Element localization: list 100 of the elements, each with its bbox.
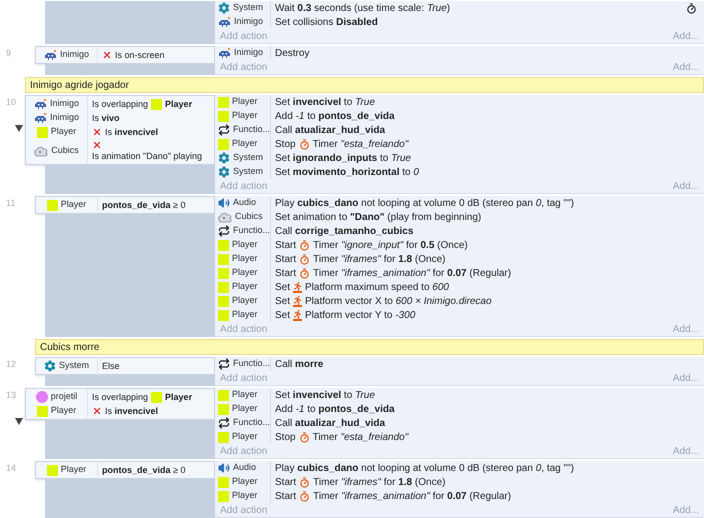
invader-icon [44, 50, 57, 60]
stopwatch-icon [298, 432, 310, 442]
action-text: Timer "iframes" for 1.8 (Once) [313, 476, 446, 490]
comment[interactable]: Inimigo agride jogador [25, 77, 704, 93]
object-name: Player [232, 95, 258, 108]
action-text: Wait 0.3 seconds (use time scale: True) [275, 2, 450, 16]
event-number: 14 [6, 462, 16, 475]
action-text: Set invencivel to True [275, 388, 375, 402]
action-text: Call morre [275, 358, 324, 372]
add-link[interactable]: Add... [672, 28, 699, 44]
invader-icon [34, 112, 47, 124]
action-text: Timer "iframes_animation" for 0.07 (Regular) [313, 266, 512, 280]
action-verb: Start [275, 238, 296, 252]
add-link[interactable]: Add... [672, 444, 699, 458]
action-text: Destroy [275, 46, 310, 60]
sprite-icon [36, 406, 48, 416]
object-name: Player [232, 388, 258, 402]
add-action-link[interactable]: Add action [220, 444, 268, 458]
event-number: 10 [6, 96, 16, 109]
object-name: Player [232, 402, 258, 416]
sprite-icon [218, 390, 229, 400]
sprite-icon [151, 392, 162, 402]
event-number: 13 [6, 389, 16, 402]
object-name: projetil [50, 390, 78, 404]
object-name: System [58, 359, 89, 372]
object-name: Functio... [233, 123, 270, 136]
action-text: Set collisions Disabled [275, 16, 378, 30]
loop-arrows-icon [218, 225, 230, 237]
object-name: Player [50, 404, 76, 418]
object-name: Player [232, 238, 258, 252]
object-name: Inimigo [50, 111, 79, 124]
add-link[interactable]: Add... [672, 322, 699, 336]
action-verb: Stop [275, 430, 296, 444]
object-name: Audio [233, 461, 256, 474]
action-verb: Start [275, 252, 296, 266]
add-link[interactable]: Add... [672, 370, 699, 386]
sprite-icon [218, 282, 229, 292]
add-action-link[interactable]: Add action [220, 178, 268, 194]
object-name: System [233, 151, 264, 164]
object-name: Player [232, 294, 258, 308]
add-link[interactable]: Add... [672, 178, 699, 194]
sprite-icon [36, 126, 48, 138]
add-action-link[interactable]: Add action [220, 502, 268, 518]
action-verb: Set [275, 308, 290, 322]
stopwatch-icon [299, 490, 310, 502]
action-verb: Start [275, 490, 296, 504]
action-text: Call corrige_tamanho_cubics [275, 224, 414, 238]
event-number: 11 [6, 197, 16, 210]
action-verb: Set [275, 280, 290, 294]
loop-arrows-icon [218, 417, 230, 429]
object-name: Inimigo [50, 97, 79, 110]
action-verb: Set [275, 294, 290, 308]
action-text: Platform vector X to 600 × Inimigo.direcao [305, 294, 492, 308]
object-name: Player [232, 266, 258, 280]
stopwatch-icon [299, 240, 310, 250]
add-action-link[interactable]: Add action [220, 28, 268, 44]
object-name: Player [232, 489, 258, 502]
action-text: Set movimento_horizontal to 0 [275, 166, 419, 180]
object-name: Inimigo [60, 48, 89, 62]
action-text: Call atualizar_hud_vida [275, 124, 386, 138]
action-text: Timer "iframes_animation" for 0.07 (Regular) [313, 490, 512, 504]
stopwatch-icon [299, 476, 310, 488]
action-text: Timer "esta_freiando" [312, 430, 408, 444]
object-name: Player [165, 98, 192, 110]
blob-icon [34, 146, 48, 156]
sprite-icon [218, 110, 229, 122]
add-action-link[interactable]: Add action [220, 370, 268, 386]
settings-icon [218, 2, 230, 14]
object-name: Audio [233, 196, 256, 210]
runner-icon [293, 310, 302, 320]
sprite-icon [218, 240, 229, 250]
action-text: Set invencivel to True [275, 96, 375, 110]
condition-text: Else [102, 360, 120, 372]
comment[interactable]: Cubics morre [35, 339, 704, 355]
sprite-icon [218, 296, 229, 306]
settings-icon [218, 166, 230, 178]
action-text: Play cubics_dano not looping at volume 0 dB (stereo pan 0, tag "") [275, 196, 574, 210]
condition-text: pontos_de_vida ≥ 0 [102, 199, 186, 211]
action-verb: Start [275, 476, 296, 490]
sprite-icon [46, 200, 58, 210]
condition-text: pontos_de_vida ≥ 0 [102, 464, 186, 476]
object-name: Functio... [233, 224, 270, 238]
add-action-link[interactable]: Add action [220, 322, 268, 336]
object-name: Player [232, 252, 258, 266]
sprite-icon [218, 268, 229, 278]
condition-text: Is animation "Dano" playing [92, 150, 202, 162]
condition-text: Is invencivel [105, 405, 158, 417]
add-action-link[interactable]: Add action [220, 60, 268, 74]
speaker-icon [218, 462, 230, 474]
condition-text: Is overlapping [92, 391, 148, 403]
sprite-icon [218, 404, 229, 414]
settings-icon [218, 152, 230, 164]
add-link[interactable]: Add... [672, 502, 699, 518]
stopwatch-icon [299, 254, 310, 264]
add-link[interactable]: Add... [672, 60, 699, 74]
action-text: Set animation to "Dano" (play from beginning) [275, 210, 482, 224]
object-name: Player [232, 137, 258, 150]
action-verb: Stop [275, 138, 296, 152]
action-text: Timer "esta_freiando" [312, 138, 408, 152]
action-text: Play cubics_dano not looping at volume 0 dB (stereo pan 0, tag "") [275, 462, 574, 476]
